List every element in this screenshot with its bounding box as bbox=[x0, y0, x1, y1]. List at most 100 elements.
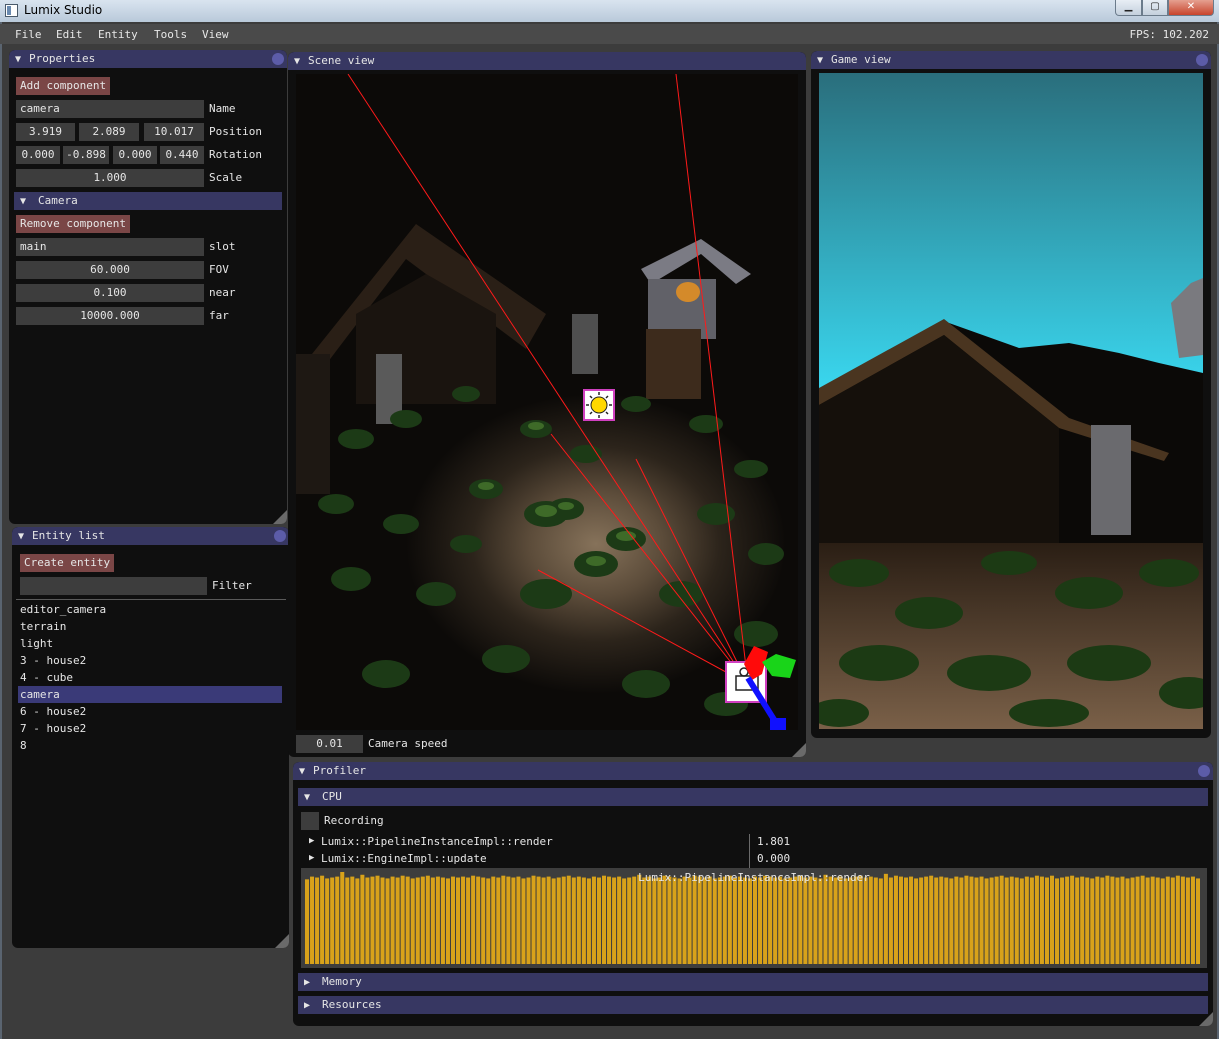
close-icon[interactable] bbox=[274, 530, 286, 542]
entity-item[interactable]: 4 - cube bbox=[18, 669, 282, 686]
entity-item[interactable]: 7 - house2 bbox=[18, 720, 282, 737]
recording-checkbox[interactable] bbox=[301, 812, 319, 830]
camera-component-header[interactable]: ▼ Camera bbox=[14, 192, 282, 210]
rotation-z-field[interactable]: 0.000 bbox=[113, 146, 157, 164]
create-entity-button[interactable]: Create entity bbox=[20, 554, 115, 572]
histogram-bar bbox=[848, 877, 853, 964]
menu-tools[interactable]: Tools bbox=[154, 28, 187, 41]
collapse-triangle-icon[interactable]: ▼ bbox=[304, 789, 322, 807]
histogram-bar bbox=[315, 877, 320, 964]
entity-item[interactable]: light bbox=[18, 635, 282, 652]
filter-input[interactable] bbox=[20, 577, 207, 595]
histogram-bar bbox=[486, 878, 491, 964]
histogram-bar bbox=[828, 876, 833, 964]
minimize-button[interactable]: ▁ bbox=[1115, 0, 1142, 16]
entity-item-selected[interactable]: camera bbox=[18, 686, 282, 703]
menu-entity[interactable]: Entity bbox=[98, 28, 138, 41]
resize-grip[interactable] bbox=[275, 934, 289, 948]
entity-item[interactable]: terrain bbox=[18, 618, 282, 635]
expand-triangle-icon[interactable]: ▶ bbox=[309, 833, 321, 850]
collapse-triangle-icon[interactable]: ▼ bbox=[15, 51, 29, 68]
memory-section-header[interactable]: ▶ Memory bbox=[298, 973, 1208, 991]
rotation-w-field[interactable]: 0.440 bbox=[160, 146, 204, 164]
scene-view-title-bar[interactable]: ▼ Scene view bbox=[288, 52, 806, 70]
resize-grip[interactable] bbox=[273, 510, 287, 524]
camera-speed-label: Camera speed bbox=[368, 737, 448, 750]
game-view-title-bar[interactable]: ▼ Game view bbox=[811, 51, 1211, 69]
histogram-bar bbox=[838, 876, 843, 964]
scene-viewport[interactable] bbox=[296, 74, 798, 730]
collapse-triangle-icon[interactable]: ▼ bbox=[294, 53, 308, 70]
slot-field[interactable]: main bbox=[16, 238, 204, 256]
histogram-bar bbox=[481, 877, 486, 964]
histogram-bar bbox=[873, 877, 878, 964]
profiler-title-bar[interactable]: ▼ Profiler bbox=[293, 762, 1213, 780]
light-gizmo-icon[interactable] bbox=[583, 389, 615, 421]
histogram-bar bbox=[425, 875, 430, 964]
cpu-section-header[interactable]: ▼ CPU bbox=[298, 788, 1208, 806]
entity-item[interactable]: 6 - house2 bbox=[18, 703, 282, 720]
histogram-bar bbox=[365, 877, 370, 964]
collapse-triangle-icon[interactable]: ▼ bbox=[20, 193, 38, 211]
profiler-row-name[interactable]: Lumix::EngineImpl::update bbox=[321, 850, 487, 867]
entity-item[interactable]: 3 - house2 bbox=[18, 652, 282, 669]
rotation-x-field[interactable]: 0.000 bbox=[16, 146, 60, 164]
collapse-triangle-icon[interactable]: ▼ bbox=[18, 528, 32, 545]
histogram-bar bbox=[909, 876, 914, 964]
entity-item[interactable]: 8 bbox=[18, 737, 282, 754]
close-icon[interactable] bbox=[1198, 765, 1210, 777]
close-window-button[interactable]: ✕ bbox=[1168, 0, 1214, 16]
maximize-button[interactable]: ▢ bbox=[1142, 0, 1168, 16]
entity-item[interactable]: editor_camera bbox=[18, 601, 282, 618]
histogram-bar bbox=[340, 872, 345, 964]
histogram-bar bbox=[1004, 877, 1009, 964]
position-y-field[interactable]: 2.089 bbox=[79, 123, 139, 141]
close-icon[interactable] bbox=[272, 53, 284, 65]
expand-triangle-icon[interactable]: ▶ bbox=[309, 850, 321, 867]
near-field[interactable]: 0.100 bbox=[16, 284, 204, 302]
rotation-y-field[interactable]: -0.898 bbox=[63, 146, 109, 164]
resources-section-header[interactable]: ▶ Resources bbox=[298, 996, 1208, 1014]
name-field[interactable]: camera bbox=[16, 100, 204, 118]
histogram-bar bbox=[450, 876, 456, 964]
add-component-button[interactable]: Add component bbox=[16, 77, 111, 95]
profiler-row-name[interactable]: Lumix::PipelineInstanceImpl::render bbox=[321, 833, 553, 850]
histogram-bar bbox=[788, 877, 793, 964]
histogram-bar bbox=[1160, 878, 1165, 964]
scale-field[interactable]: 1.000 bbox=[16, 169, 204, 187]
histogram-bar bbox=[385, 878, 390, 964]
fov-field[interactable]: 60.000 bbox=[16, 261, 204, 279]
name-label: Name bbox=[209, 102, 236, 115]
window-title: Lumix Studio bbox=[24, 3, 103, 17]
collapse-triangle-icon[interactable]: ▼ bbox=[299, 763, 313, 780]
collapse-triangle-icon[interactable]: ▼ bbox=[817, 52, 831, 69]
camera-speed-field[interactable]: 0.01 bbox=[296, 735, 363, 753]
resize-grip[interactable] bbox=[1199, 1012, 1213, 1026]
game-viewport[interactable] bbox=[819, 73, 1203, 729]
position-label: Position bbox=[209, 125, 262, 138]
resize-grip[interactable] bbox=[792, 743, 806, 757]
menu-edit[interactable]: Edit bbox=[56, 28, 83, 41]
close-icon[interactable] bbox=[1196, 54, 1208, 66]
expand-triangle-icon[interactable]: ▶ bbox=[304, 974, 322, 992]
histogram-bar bbox=[325, 878, 330, 964]
menu-view[interactable]: View bbox=[202, 28, 229, 41]
transform-gizmo[interactable] bbox=[744, 646, 796, 730]
scene-view-title: Scene view bbox=[308, 54, 375, 67]
position-z-field[interactable]: 10.017 bbox=[144, 123, 204, 141]
histogram-bar bbox=[430, 877, 435, 964]
frame-time-histogram[interactable]: Lumix::PipelineInstanceImpl::render bbox=[301, 868, 1207, 968]
histogram-bar bbox=[667, 876, 672, 964]
histogram-bar bbox=[1105, 875, 1110, 964]
histogram-bar bbox=[1110, 876, 1115, 964]
menu-file[interactable]: File bbox=[15, 28, 42, 41]
histogram-bar bbox=[360, 874, 365, 964]
expand-triangle-icon[interactable]: ▶ bbox=[304, 997, 322, 1015]
histogram-bar bbox=[692, 875, 697, 964]
far-field[interactable]: 10000.000 bbox=[16, 307, 204, 325]
entity-list-title-bar[interactable]: ▼ Entity list bbox=[12, 527, 289, 545]
properties-title-bar[interactable]: ▼ Properties bbox=[9, 50, 287, 68]
remove-component-button[interactable]: Remove component bbox=[16, 215, 130, 233]
histogram-bar bbox=[556, 877, 561, 964]
position-x-field[interactable]: 3.919 bbox=[16, 123, 75, 141]
